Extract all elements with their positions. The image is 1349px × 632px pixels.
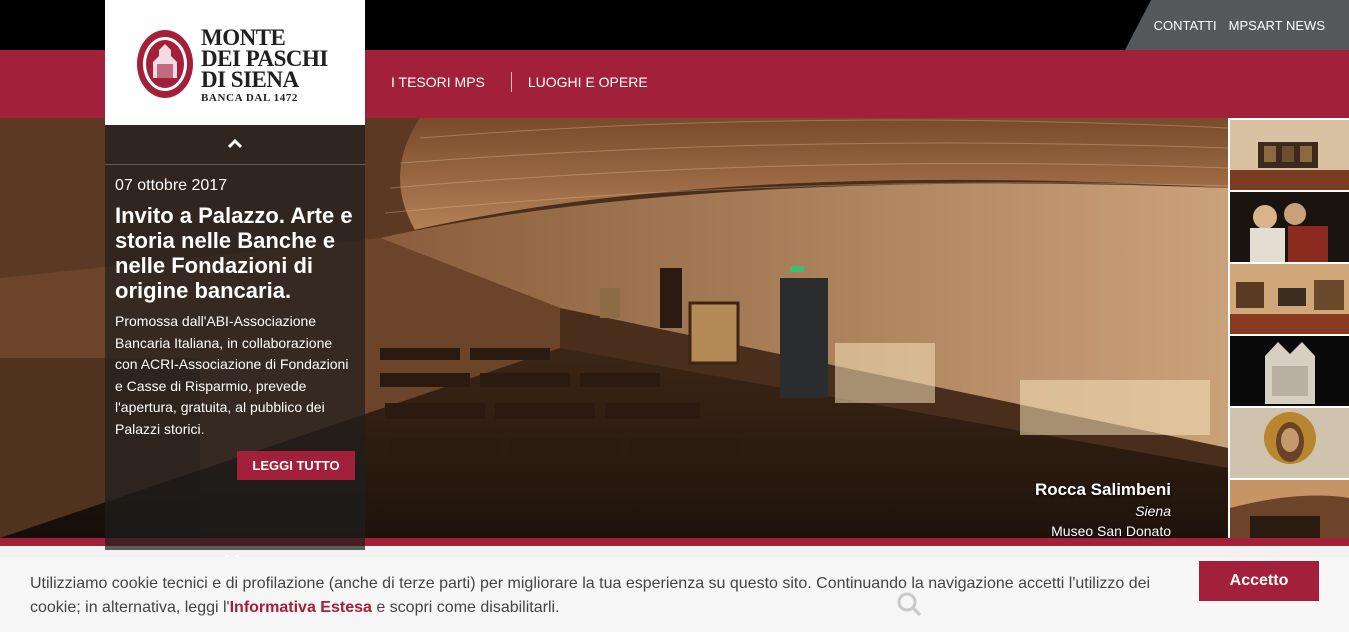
nav-divider <box>510 72 512 92</box>
news-body: Promossa dall'ABI-Associazione Bancaria … <box>115 313 349 437</box>
slide-title: Rocca Salimbeni <box>1034 480 1171 499</box>
top-links: CONTATTI MPSART NEWS <box>1154 18 1325 33</box>
news-prev-button[interactable] <box>105 125 365 165</box>
brand-line-3: DI SIENA <box>201 67 299 92</box>
cookie-text-before: Utilizziamo cookie tecnici e di profilaz… <box>30 575 1151 616</box>
thumbnail-gallery-room-red[interactable] <box>1230 264 1349 334</box>
thumbnail-christ-mosaic[interactable] <box>1230 408 1349 478</box>
cookie-policy-link[interactable]: Informativa Estesa <box>230 599 372 616</box>
thumbnail-gallery-room[interactable] <box>1230 120 1349 190</box>
nav-item-luoghi[interactable]: LUOGHI E OPERE <box>528 74 648 90</box>
slide-city: Siena <box>1135 503 1171 519</box>
search-icon[interactable] <box>896 591 922 617</box>
thumbnail-painting-figures[interactable] <box>1230 192 1349 262</box>
cookie-accept-button[interactable]: Accetto <box>1199 561 1319 601</box>
cookie-banner: Utilizziamo cookie tecnici e di profilaz… <box>0 557 1349 632</box>
slide-caption: Rocca Salimbeni Siena Museo San Donato <box>1035 480 1171 539</box>
news-title[interactable]: Invito a Palazzo. Arte e storia nelle Ba… <box>115 203 360 303</box>
brand-logo[interactable]: MONTE DEI PASCHI DI SIENA BANCA DAL 1472 <box>105 0 365 125</box>
brand-line-2: DEI PASCHI <box>201 46 328 71</box>
top-link-contatti[interactable]: CONTATTI <box>1154 18 1217 33</box>
nav-item-tesori[interactable]: I TESORI MPS <box>391 74 485 90</box>
brand-tagline: BANCA DAL 1472 <box>201 92 299 104</box>
thumbnail-strip <box>1228 118 1349 552</box>
news-date: 07 ottobre 2017 <box>115 177 228 194</box>
chevron-up-icon <box>228 139 242 149</box>
thumbnail-marble-relief[interactable] <box>1230 336 1349 406</box>
seal-icon <box>137 30 193 98</box>
cookie-text-after: e scopri come disabilitarli. <box>371 599 560 616</box>
slide-museum: Museo San Donato <box>1051 523 1171 539</box>
news-panel: 07 ottobre 2017 Invito a Palazzo. Arte e… <box>105 125 365 563</box>
top-link-mpsart-news[interactable]: MPSART NEWS <box>1229 18 1325 33</box>
cookie-message: Utilizziamo cookie tecnici e di profilaz… <box>30 572 1180 620</box>
read-more-button[interactable]: LEGGI TUTTO <box>237 451 355 480</box>
brand-line-1: MONTE <box>201 25 286 50</box>
